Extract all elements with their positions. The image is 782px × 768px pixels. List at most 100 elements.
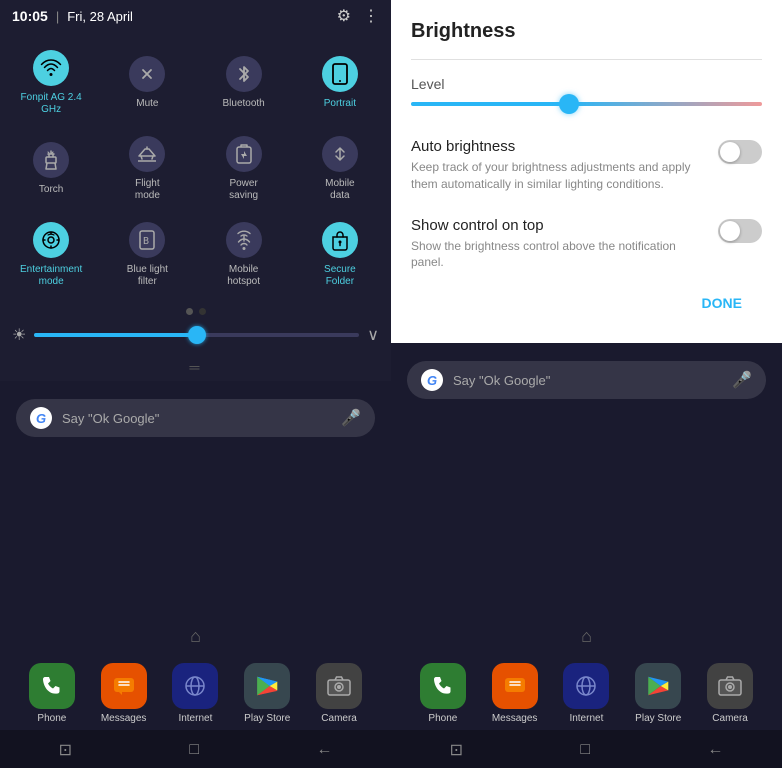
app-phone-right[interactable]: Phone xyxy=(420,663,466,724)
more-icon[interactable]: ⋮ xyxy=(363,6,379,26)
level-thumb xyxy=(559,94,579,114)
tile-secure-folder[interactable]: SecureFolder xyxy=(293,212,387,296)
google-logo-left: G xyxy=(30,407,52,429)
app-internet-right[interactable]: Internet xyxy=(563,663,609,724)
auto-brightness-desc: Keep track of your brightness adjustment… xyxy=(411,159,702,193)
google-search-bar-right[interactable]: G Say "Ok Google" 🎤 xyxy=(407,361,766,399)
entertainment-label: Entertainmentmode xyxy=(20,264,82,288)
app-dock-left: Phone Messages xyxy=(0,655,391,730)
hotspot-label: Mobilehotspot xyxy=(227,264,260,288)
app-messages-right[interactable]: Messages xyxy=(492,663,538,724)
app-phone-left[interactable]: Phone xyxy=(29,663,75,724)
playstore-icon-left xyxy=(244,663,290,709)
nav-recents-right[interactable]: ⊡ xyxy=(450,740,463,760)
tile-flight[interactable]: Flightmode xyxy=(100,126,194,210)
nav-home-left[interactable]: □ xyxy=(189,741,199,759)
divider: | xyxy=(56,9,59,24)
drag-handle[interactable]: ═ xyxy=(0,355,391,381)
done-button[interactable]: DONE xyxy=(411,283,762,327)
nav-back-left[interactable]: ← xyxy=(316,741,332,759)
home-dot-right: ⌂ xyxy=(581,626,592,647)
blue-light-label: Blue lightfilter xyxy=(127,264,168,288)
status-icons: ⚙ ⋮ xyxy=(337,6,379,26)
secure-folder-icon xyxy=(322,222,358,258)
wifi-icon xyxy=(33,50,69,86)
tile-portrait[interactable]: Portrait xyxy=(293,40,387,124)
phone-icon-right xyxy=(420,663,466,709)
app-playstore-left[interactable]: Play Store xyxy=(244,663,290,724)
camera-icon-left xyxy=(316,663,362,709)
nav-recents-left[interactable]: ⊡ xyxy=(59,740,72,760)
google-search-bar-left[interactable]: G Say "Ok Google" 🎤 xyxy=(16,399,375,437)
auto-brightness-title: Auto brightness xyxy=(411,138,702,155)
notification-shade: 10:05 | Fri, 28 April ⚙ ⋮ Fo xyxy=(0,0,391,381)
tile-entertainment[interactable]: Entertainmentmode xyxy=(4,212,98,296)
show-control-toggle[interactable] xyxy=(718,219,762,243)
app-messages-left[interactable]: Messages xyxy=(101,663,147,724)
tile-mobile-data[interactable]: Mobiledata xyxy=(293,126,387,210)
nav-bar-right: ⊡ □ ← xyxy=(391,730,782,768)
tile-blue-light[interactable]: B Blue lightfilter xyxy=(100,212,194,296)
dot-2 xyxy=(199,308,206,315)
brightness-panel-title: Brightness xyxy=(411,20,762,43)
mute-label: Mute xyxy=(136,98,158,110)
camera-label-left: Camera xyxy=(321,713,357,724)
nav-back-right[interactable]: ← xyxy=(707,741,723,759)
messages-icon-left xyxy=(101,663,147,709)
bluetooth-label: Bluetooth xyxy=(222,98,264,110)
show-control-title: Show control on top xyxy=(411,217,702,234)
tile-wifi[interactable]: Fonpit AG 2.4GHz xyxy=(4,40,98,124)
expand-icon[interactable]: ∨ xyxy=(367,325,379,345)
app-camera-right[interactable]: Camera xyxy=(707,663,753,724)
playstore-icon-right xyxy=(635,663,681,709)
internet-label-right: Internet xyxy=(569,713,603,724)
left-panel: 10:05 | Fri, 28 April ⚙ ⋮ Fo xyxy=(0,0,391,768)
tile-mute[interactable]: Mute xyxy=(100,40,194,124)
mobile-data-label: Mobiledata xyxy=(325,178,354,202)
page-dots xyxy=(0,300,391,319)
home-screen-right: G Say "Ok Google" 🎤 ⌂ Phone xyxy=(391,343,782,768)
phone-label-left: Phone xyxy=(37,713,66,724)
nav-home-right[interactable]: □ xyxy=(580,741,590,759)
auto-brightness-thumb xyxy=(720,142,740,162)
phone-label-right: Phone xyxy=(428,713,457,724)
date: Fri, 28 April xyxy=(67,9,133,24)
portrait-label: Portrait xyxy=(324,98,356,110)
tile-torch[interactable]: Torch xyxy=(4,126,98,210)
mic-icon-right[interactable]: 🎤 xyxy=(732,370,752,390)
app-internet-left[interactable]: Internet xyxy=(172,663,218,724)
portrait-icon xyxy=(322,56,358,92)
flight-label: Flightmode xyxy=(135,178,160,202)
blue-light-icon: B xyxy=(129,222,165,258)
brightness-row: ☀ ∨ xyxy=(0,319,391,355)
flight-icon xyxy=(129,136,165,172)
show-control-text: Show control on top Show the brightness … xyxy=(411,217,718,272)
app-camera-left[interactable]: Camera xyxy=(316,663,362,724)
mute-icon xyxy=(129,56,165,92)
show-control-desc: Show the brightness control above the no… xyxy=(411,238,702,272)
internet-label-left: Internet xyxy=(178,713,212,724)
panel-divider xyxy=(411,59,762,60)
wifi-label: Fonpit AG 2.4GHz xyxy=(21,92,82,116)
phone-icon-left xyxy=(29,663,75,709)
playstore-label-right: Play Store xyxy=(635,713,681,724)
brightness-slider[interactable] xyxy=(34,333,359,337)
power-saving-label: Powersaving xyxy=(229,178,258,202)
brightness-thumb xyxy=(188,326,206,344)
app-dock-right: Phone Messages xyxy=(391,655,782,730)
brightness-track xyxy=(34,333,196,337)
mic-icon-left[interactable]: 🎤 xyxy=(341,408,361,428)
level-slider[interactable] xyxy=(411,102,762,106)
tile-power-saving[interactable]: Powersaving xyxy=(197,126,291,210)
search-placeholder-left: Say "Ok Google" xyxy=(62,411,331,426)
show-control-row: Show control on top Show the brightness … xyxy=(411,205,762,284)
quick-tiles: Fonpit AG 2.4GHz Mute Bluetooth xyxy=(0,32,391,300)
home-dot-left: ⌂ xyxy=(190,626,201,647)
auto-brightness-toggle[interactable] xyxy=(718,140,762,164)
svg-text:B: B xyxy=(143,236,149,247)
show-control-thumb xyxy=(720,221,740,241)
tile-hotspot[interactable]: Mobilehotspot xyxy=(197,212,291,296)
tile-bluetooth[interactable]: Bluetooth xyxy=(197,40,291,124)
settings-icon[interactable]: ⚙ xyxy=(337,6,351,26)
app-playstore-right[interactable]: Play Store xyxy=(635,663,681,724)
